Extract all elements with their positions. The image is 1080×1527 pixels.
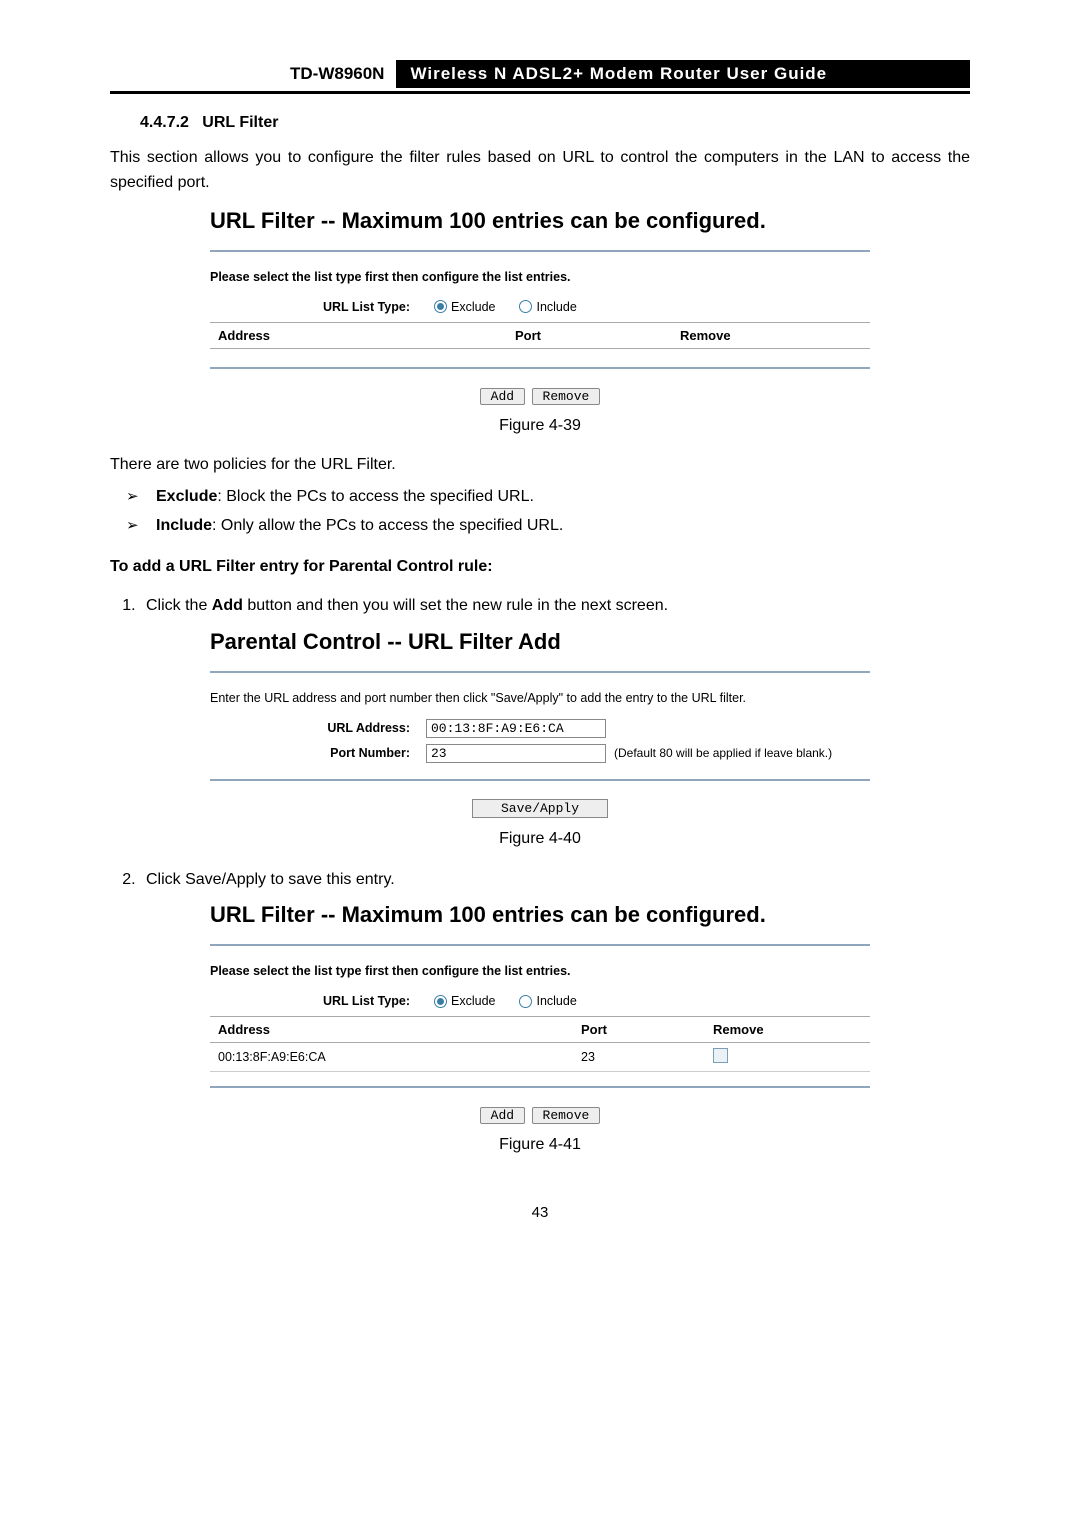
section-heading: 4.4.7.2 URL Filter <box>140 114 970 132</box>
cell-remove <box>705 1043 870 1072</box>
url-filter-table: Address Port Remove <box>210 322 870 349</box>
steps-list-2: Click Save/Apply to save this entry. <box>110 866 970 895</box>
add-button[interactable]: Add <box>480 1107 525 1124</box>
steps-list: Click the Add button and then you will s… <box>110 592 970 621</box>
cell-address: 00:13:8F:A9:E6:CA <box>210 1043 573 1072</box>
url-address-label: URL Address: <box>210 721 426 735</box>
policy-exclude: Exclude: Block the PCs to access the spe… <box>126 483 970 512</box>
page-number: 43 <box>110 1204 970 1221</box>
radio-include[interactable] <box>519 300 532 313</box>
fig40-instruction: Enter the URL address and port number th… <box>210 691 870 705</box>
radio-include-label: Include <box>536 300 576 314</box>
col-remove: Remove <box>672 322 870 348</box>
remove-button[interactable]: Remove <box>532 388 601 405</box>
step-2: Click Save/Apply to save this entry. <box>140 866 970 895</box>
radio-exclude[interactable] <box>434 995 447 1008</box>
fig41-instruction: Please select the list type first then c… <box>210 964 870 978</box>
col-remove: Remove <box>705 1017 870 1043</box>
cell-port: 23 <box>573 1043 705 1072</box>
save-apply-button[interactable]: Save/Apply <box>472 799 608 818</box>
add-rule-heading: To add a URL Filter entry for Parental C… <box>110 555 970 580</box>
url-filter-table: Address Port Remove 00:13:8F:A9:E6:CA 23 <box>210 1016 870 1072</box>
url-address-input[interactable] <box>426 719 606 738</box>
policy-include: Include: Only allow the PCs to access th… <box>126 512 970 541</box>
divider <box>210 367 870 369</box>
port-note: (Default 80 will be applied if leave bla… <box>606 746 832 760</box>
fig41-caption: Figure 4-41 <box>110 1136 970 1154</box>
radio-exclude[interactable] <box>434 300 447 313</box>
divider <box>210 944 870 946</box>
divider <box>210 671 870 673</box>
doc-title: Wireless N ADSL2+ Modem Router User Guid… <box>396 60 970 88</box>
radio-include[interactable] <box>519 995 532 1008</box>
divider <box>210 250 870 252</box>
col-port: Port <box>573 1017 705 1043</box>
intro-paragraph: This section allows you to configure the… <box>110 146 970 196</box>
fig39-instruction: Please select the list type first then c… <box>210 270 870 284</box>
radio-exclude-label: Exclude <box>451 994 495 1008</box>
fig40-caption: Figure 4-40 <box>110 830 970 848</box>
url-list-type-label: URL List Type: <box>210 300 434 314</box>
col-port: Port <box>507 322 672 348</box>
model-number: TD-W8960N <box>110 60 384 88</box>
add-button[interactable]: Add <box>480 388 525 405</box>
fig39-caption: Figure 4-39 <box>110 417 970 435</box>
policies-intro: There are two policies for the URL Filte… <box>110 453 970 478</box>
figure-40-screenshot: Parental Control -- URL Filter Add Enter… <box>210 629 870 818</box>
table-row: 00:13:8F:A9:E6:CA 23 <box>210 1043 870 1072</box>
radio-exclude-label: Exclude <box>451 300 495 314</box>
radio-include-label: Include <box>536 994 576 1008</box>
port-number-input[interactable] <box>426 744 606 763</box>
divider <box>210 1086 870 1088</box>
figure-39-screenshot: URL Filter -- Maximum 100 entries can be… <box>210 208 870 405</box>
remove-checkbox[interactable] <box>713 1048 728 1063</box>
page-header: TD-W8960N Wireless N ADSL2+ Modem Router… <box>110 60 970 94</box>
fig39-title: URL Filter -- Maximum 100 entries can be… <box>210 208 870 234</box>
port-number-label: Port Number: <box>210 746 426 760</box>
divider <box>210 779 870 781</box>
fig41-title: URL Filter -- Maximum 100 entries can be… <box>210 902 870 928</box>
fig40-title: Parental Control -- URL Filter Add <box>210 629 870 655</box>
policy-list: Exclude: Block the PCs to access the spe… <box>110 483 970 541</box>
figure-41-screenshot: URL Filter -- Maximum 100 entries can be… <box>210 902 870 1124</box>
remove-button[interactable]: Remove <box>532 1107 601 1124</box>
step-1: Click the Add button and then you will s… <box>140 592 970 621</box>
col-address: Address <box>210 322 507 348</box>
col-address: Address <box>210 1017 573 1043</box>
url-list-type-label: URL List Type: <box>210 994 434 1008</box>
